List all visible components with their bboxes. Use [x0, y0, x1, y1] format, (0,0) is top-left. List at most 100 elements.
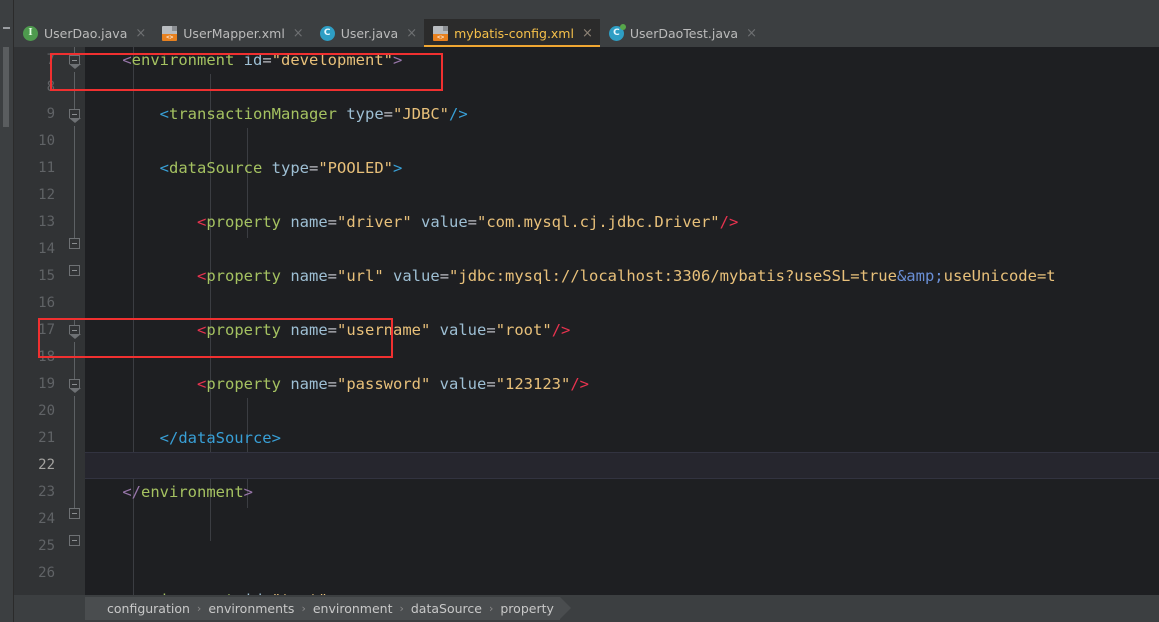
tab-mybatis-config-xml[interactable]: mybatis-config.xml ×: [424, 19, 600, 47]
fold-line: [74, 126, 75, 239]
code-line-10[interactable]: <property name="driver" value="com.mysql…: [85, 209, 1159, 236]
tab-close-icon[interactable]: ×: [135, 27, 146, 40]
tok-value: "url": [337, 267, 384, 285]
tok-tagname: environment: [141, 483, 244, 501]
tok-bracket: />: [551, 321, 571, 339]
tok-eq: =: [309, 159, 319, 177]
tok-tagname: property: [206, 267, 281, 285]
fold-marker-collapse[interactable]: [69, 109, 81, 123]
line-number: 14: [38, 241, 55, 257]
fold-marker-collapse[interactable]: [69, 265, 80, 276]
fold-marker-collapse[interactable]: [69, 379, 81, 393]
fold-marker-collapse[interactable]: [69, 535, 80, 546]
breadcrumb-item-property[interactable]: property: [494, 601, 560, 616]
tok-bracket: >: [243, 483, 253, 501]
tok-bracket: <: [122, 51, 132, 69]
java-test-class-icon: [608, 23, 626, 41]
breadcrumb-item-datasource[interactable]: dataSource: [405, 601, 488, 616]
tok-bracket: <: [159, 105, 169, 123]
tok-attr: type: [271, 159, 309, 177]
fold-marker-collapse[interactable]: [69, 238, 80, 249]
tok-tagname: property: [206, 213, 281, 231]
tab-close-icon[interactable]: ×: [582, 27, 593, 40]
line-number: 18: [38, 349, 55, 365]
breadcrumb-left-strip: [0, 595, 14, 622]
xml-file-icon: [162, 25, 178, 41]
tab-user-java[interactable]: User.java ×: [311, 19, 424, 47]
tok-attr: name: [290, 375, 328, 393]
line-number: 20: [38, 403, 55, 419]
tok-value: "development": [271, 51, 394, 69]
line-number: 24: [38, 511, 55, 527]
vertical-scrollbar-thumb[interactable]: [3, 47, 9, 127]
code-editor[interactable]: 7 8 9 10 11 12 13 14 15 16 17 18 19 20 2…: [0, 47, 1159, 595]
code-line-17[interactable]: <environment id="test">: [85, 587, 1159, 595]
tok-value: "username": [337, 321, 431, 339]
tok-bracket: />: [719, 213, 739, 231]
line-number: 7: [46, 52, 55, 68]
fold-line: [74, 396, 75, 509]
fold-marker-collapse[interactable]: [69, 508, 80, 519]
tab-close-icon[interactable]: ×: [406, 27, 417, 40]
fold-marker-collapse[interactable]: [69, 55, 81, 69]
tok-value: "JDBC": [393, 105, 449, 123]
tab-close-icon[interactable]: ×: [293, 27, 304, 40]
line-number: 11: [38, 160, 55, 176]
tok-value: "root": [495, 321, 552, 339]
fold-marker-collapse[interactable]: [69, 325, 81, 339]
tok-bracket: <: [196, 213, 207, 231]
line-number: 10: [38, 133, 55, 149]
code-line-12[interactable]: <property name="username" value="root"/>: [85, 317, 1159, 344]
tok-bracket: <: [196, 267, 207, 285]
line-number: 25: [38, 538, 55, 554]
fold-line: [74, 342, 75, 379]
fold-line: [74, 72, 75, 109]
tok-attr: id: [243, 51, 263, 69]
line-number: 17: [38, 322, 55, 338]
tok-bracket: />: [570, 375, 590, 393]
code-line-9[interactable]: <dataSource type="POOLED">: [85, 155, 1159, 182]
line-number: 15: [38, 268, 55, 284]
code-line-14[interactable]: </dataSource>: [85, 425, 1159, 452]
tok-tagname: dataSource: [169, 159, 263, 177]
tab-userdao-java[interactable]: UserDao.java ×: [14, 19, 153, 47]
line-number-current: 22: [38, 457, 55, 473]
tok-attr: name: [290, 321, 328, 339]
tok-value: "jdbc:mysql://localhost:3306/mybatis?use…: [449, 267, 897, 285]
tab-close-icon[interactable]: ×: [746, 27, 757, 40]
tab-userdaotest-java[interactable]: UserDaoTest.java ×: [600, 19, 764, 47]
breadcrumb-item-environments[interactable]: environments: [202, 601, 300, 616]
code-line-8[interactable]: <transactionManager type="JDBC"/>: [85, 101, 1159, 128]
code-line-11[interactable]: <property name="url" value="jdbc:mysql:/…: [85, 263, 1159, 290]
tok-tagname: environment: [131, 51, 235, 69]
code-text-area[interactable]: <environment id="development"> <transact…: [85, 47, 1159, 595]
breadcrumb-item-environment[interactable]: environment: [307, 601, 399, 616]
ide-window: UserDao.java × UserMapper.xml × User.jav…: [0, 0, 1159, 622]
tok-bracket: <: [196, 375, 207, 393]
fold-line: [74, 47, 75, 55]
editor-gutter[interactable]: 7 8 9 10 11 12 13 14 15 16 17 18 19 20 2…: [14, 47, 85, 595]
tok-bracket: >: [393, 159, 403, 177]
tok-value: "driver": [337, 213, 412, 231]
line-number: 8: [46, 79, 55, 95]
tab-label: User.java: [340, 25, 399, 41]
line-number: 19: [38, 376, 55, 392]
left-tool-strip: [0, 0, 14, 47]
line-number: 9: [46, 106, 55, 122]
current-line-highlight: [85, 452, 1159, 479]
line-number: 16: [38, 295, 55, 311]
tok-bracket: <: [196, 321, 207, 339]
tab-usermapper-xml[interactable]: UserMapper.xml ×: [153, 19, 310, 47]
tok-attr: name: [290, 213, 328, 231]
tok-entity: &amp;: [896, 267, 944, 285]
breadcrumb-item-configuration[interactable]: configuration: [101, 601, 196, 616]
collapse-handle-icon[interactable]: [3, 27, 10, 29]
code-line-13[interactable]: <property name="password" value="123123"…: [85, 371, 1159, 398]
tab-label: UserDaoTest.java: [629, 25, 739, 41]
xml-file-icon: [433, 25, 449, 41]
code-line-16[interactable]: [85, 533, 1159, 560]
tok-bracket: </: [122, 483, 141, 501]
code-line-15[interactable]: </environment>: [85, 479, 1159, 506]
code-line-7[interactable]: <environment id="development">: [85, 47, 1159, 74]
tab-label: UserDao.java: [44, 25, 128, 41]
